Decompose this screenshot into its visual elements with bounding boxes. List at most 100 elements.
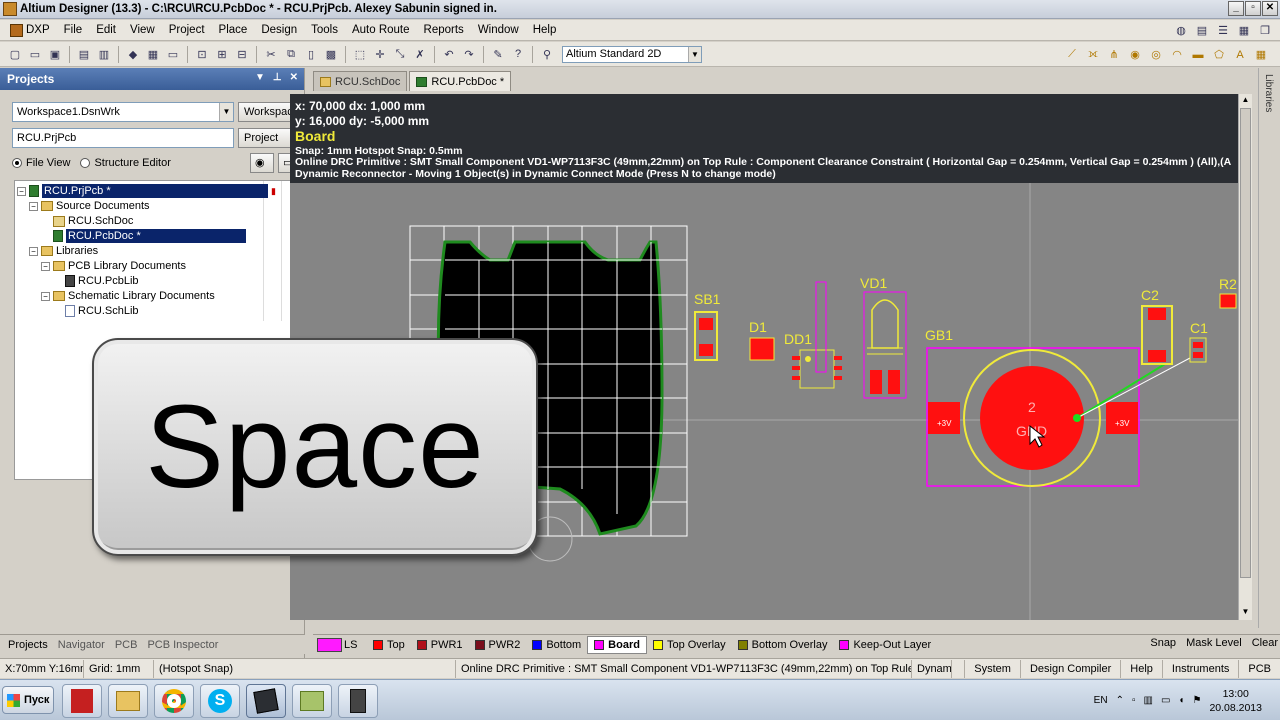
menu-place[interactable]: Place bbox=[212, 24, 255, 36]
menu-dxp[interactable]: DXP bbox=[0, 23, 57, 37]
pin-icon[interactable]: ⊥ bbox=[273, 72, 282, 83]
menu-window[interactable]: Window bbox=[471, 24, 526, 36]
panel-menu-icon[interactable]: ▼ bbox=[255, 72, 265, 83]
doc-tab-pcbdoc[interactable]: RCU.PcbDoc * bbox=[409, 71, 512, 91]
file-view-radio[interactable] bbox=[12, 158, 22, 168]
multi-route-icon[interactable]: ⋔ bbox=[1105, 46, 1123, 63]
file-view-label[interactable]: File View bbox=[26, 157, 70, 169]
tree-item-project[interactable]: − RCU.PrjPcb * ▮ bbox=[17, 184, 276, 198]
canvas-vertical-scrollbar[interactable]: ▲ ▼ bbox=[1238, 94, 1252, 620]
pencil-icon[interactable]: ✎ bbox=[489, 46, 507, 63]
zoom-fit-icon[interactable]: ⊡ bbox=[193, 46, 211, 63]
help-icon[interactable]: ? bbox=[509, 46, 527, 63]
menu-view[interactable]: View bbox=[123, 24, 162, 36]
tree-item-schematic-library-documents[interactable]: − Schematic Library Documents bbox=[41, 289, 215, 303]
menu-reports[interactable]: Reports bbox=[417, 24, 471, 36]
collapse-icon[interactable]: − bbox=[41, 291, 50, 301]
tree-item-schlib[interactable]: RCU.SchLib bbox=[65, 304, 139, 318]
view-mode-select[interactable]: Altium Standard 2D ▼ bbox=[562, 45, 702, 63]
app-task[interactable] bbox=[338, 684, 378, 718]
interactive-route-icon[interactable]: ⟋ bbox=[1063, 46, 1081, 63]
clear-button[interactable]: Clear bbox=[1252, 637, 1278, 649]
panel-tab-pcb-inspector[interactable]: PCB Inspector bbox=[147, 639, 218, 651]
layer-tab-top-overlay[interactable]: Top Overlay bbox=[647, 636, 732, 654]
tree-item-pcb-library-documents[interactable]: − PCB Library Documents bbox=[41, 259, 186, 273]
skype-task[interactable]: S bbox=[200, 684, 240, 718]
diff-pair-icon[interactable]: ⟗ bbox=[1084, 46, 1102, 63]
status-tab-help[interactable]: Help bbox=[1120, 660, 1162, 678]
deselect-icon[interactable]: ⤡ bbox=[391, 46, 409, 63]
folder-icon[interactable]: ▭ bbox=[164, 46, 182, 63]
tree-item-libraries[interactable]: − Libraries bbox=[29, 244, 98, 258]
tree-item-schdoc[interactable]: RCU.SchDoc bbox=[53, 214, 133, 228]
print-preview-icon[interactable]: ▥ bbox=[95, 46, 113, 63]
eye-icon[interactable]: ◉ bbox=[250, 153, 274, 173]
component-icon[interactable]: ▦ bbox=[1235, 22, 1253, 39]
structure-editor-radio[interactable] bbox=[80, 158, 91, 168]
place-fill-icon[interactable]: ▬ bbox=[1189, 46, 1207, 63]
menu-help[interactable]: Help bbox=[526, 24, 564, 36]
window-icon[interactable]: ❐ bbox=[1256, 22, 1274, 39]
layer-set-button[interactable]: LS bbox=[317, 637, 367, 653]
zoom-area-icon[interactable]: ⊞ bbox=[213, 46, 231, 63]
status-tab-design-compiler[interactable]: Design Compiler bbox=[1019, 660, 1120, 678]
tray-expand-icon[interactable]: ⌃ bbox=[1116, 695, 1124, 706]
menu-file[interactable]: File bbox=[57, 24, 90, 36]
start-button[interactable]: Пуск bbox=[2, 686, 54, 714]
redo-icon[interactable]: ↷ bbox=[460, 46, 478, 63]
clear-filter-icon[interactable]: ✗ bbox=[411, 46, 429, 63]
scroll-down-icon[interactable]: ▼ bbox=[1239, 606, 1252, 618]
layer-tab-keep-out[interactable]: Keep-Out Layer bbox=[833, 636, 937, 654]
doc-tab-schdoc[interactable]: RCU.SchDoc bbox=[313, 71, 408, 91]
menu-auto-route[interactable]: Auto Route bbox=[345, 24, 417, 36]
print-icon[interactable]: ▤ bbox=[75, 46, 93, 63]
open-folder-icon[interactable]: ▭ bbox=[26, 46, 44, 63]
layer-tab-pwr2[interactable]: PWR2 bbox=[469, 636, 527, 654]
paste-icon[interactable]: ▯ bbox=[302, 46, 320, 63]
libraries-panel-tab[interactable]: Libraries bbox=[1263, 74, 1274, 112]
move-icon[interactable]: ✛ bbox=[371, 46, 389, 63]
cut-icon[interactable]: ✂ bbox=[262, 46, 280, 63]
tray-flag-icon[interactable]: ⚑ bbox=[1192, 695, 1201, 706]
tree-item-pcblib[interactable]: RCU.PcbLib bbox=[65, 274, 139, 288]
workspace-select[interactable]: Workspace1.DsnWrk ▼ bbox=[12, 102, 234, 122]
altium-task[interactable] bbox=[246, 684, 286, 718]
place-via-icon[interactable]: ◎ bbox=[1147, 46, 1165, 63]
minimize-button[interactable]: _ bbox=[1228, 1, 1244, 16]
collapse-icon[interactable]: − bbox=[29, 201, 38, 211]
tree-item-pcbdoc[interactable]: RCU.PcbDoc * bbox=[53, 229, 299, 243]
volume-icon[interactable]: ◖ bbox=[1178, 695, 1184, 706]
close-icon[interactable]: ✕ bbox=[290, 72, 298, 83]
project-button[interactable]: Project bbox=[238, 128, 298, 148]
status-tab-pcb[interactable]: PCB bbox=[1238, 660, 1280, 678]
layer-tab-bottom-overlay[interactable]: Bottom Overlay bbox=[732, 636, 834, 654]
camtasia-task[interactable] bbox=[292, 684, 332, 718]
new-doc-icon[interactable]: ▢ bbox=[6, 46, 24, 63]
scroll-thumb[interactable] bbox=[1240, 108, 1251, 578]
chevron-down-icon[interactable]: ▼ bbox=[219, 103, 233, 121]
layer-tab-pwr1[interactable]: PWR1 bbox=[411, 636, 469, 654]
layer-tab-bottom[interactable]: Bottom bbox=[526, 636, 587, 654]
save-icon[interactable]: ▣ bbox=[46, 46, 64, 63]
layer-tab-board[interactable]: Board bbox=[587, 636, 647, 654]
pdf-xchange-task[interactable] bbox=[62, 684, 102, 718]
menu-project[interactable]: Project bbox=[162, 24, 212, 36]
explorer-task[interactable] bbox=[108, 684, 148, 718]
snap-toggle[interactable]: Snap bbox=[1150, 637, 1176, 649]
system-clock[interactable]: 13:00 20.08.2013 bbox=[1209, 687, 1262, 715]
rubber-stamp-icon[interactable]: ▩ bbox=[322, 46, 340, 63]
workspace-button[interactable]: Workspace bbox=[238, 102, 298, 122]
structure-editor-label[interactable]: Structure Editor bbox=[94, 157, 170, 169]
panel-tab-pcb[interactable]: PCB bbox=[115, 639, 138, 651]
chrome-task[interactable] bbox=[154, 684, 194, 718]
tree-item-source-documents[interactable]: − Source Documents bbox=[29, 199, 150, 213]
layers-icon[interactable]: ☰ bbox=[1214, 22, 1232, 39]
place-arc-icon[interactable]: ◠ bbox=[1168, 46, 1186, 63]
collapse-icon[interactable]: − bbox=[29, 246, 38, 256]
tray-monitor-icon[interactable]: ▭ bbox=[1161, 695, 1170, 706]
project-field[interactable]: RCU.PrjPcb bbox=[12, 128, 234, 148]
board-3d-icon[interactable]: ◆ bbox=[124, 46, 142, 63]
collapse-icon[interactable]: − bbox=[41, 261, 50, 271]
menu-tools[interactable]: Tools bbox=[304, 24, 345, 36]
collapse-icon[interactable]: − bbox=[17, 186, 26, 196]
